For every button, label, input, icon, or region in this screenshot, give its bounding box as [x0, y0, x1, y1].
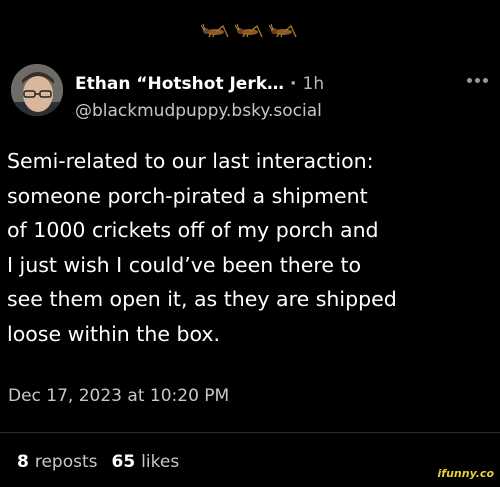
divider [0, 432, 500, 433]
post-body-line: Semi-related to our last interaction: [7, 149, 374, 173]
cricket-emoji-row [0, 24, 500, 38]
post-body-line: someone porch-pirated a shipment [7, 183, 368, 208]
post-body-line: of 1000 crickets off of my porch and [7, 218, 379, 242]
likes-count: 65 [111, 452, 136, 472]
author-line: Ethan “Hotshot Jerk… · 1h [75, 74, 324, 94]
post-body-line: I just wish I could’ve been there to [7, 252, 362, 277]
author-name[interactable]: Ethan “Hotshot Jerk… [75, 74, 284, 94]
cricket-icon [235, 24, 263, 38]
likes-label: likes [141, 452, 180, 472]
dot [483, 78, 488, 83]
post-age[interactable]: 1h [303, 74, 325, 94]
post-body: Semi-related to our last interaction: so… [7, 144, 491, 351]
reposts-count: 8 [17, 452, 29, 472]
cricket-icon [269, 24, 297, 38]
post-body-line: loose within the box. [7, 321, 221, 346]
avatar-photo [11, 64, 63, 116]
avatar[interactable] [11, 64, 63, 116]
reposts-link[interactable]: 8 reposts [17, 452, 98, 472]
cricket-icon [201, 24, 229, 38]
reposts-label: reposts [34, 452, 98, 472]
more-options-icon[interactable] [467, 78, 488, 83]
dot [475, 78, 480, 83]
dot [467, 78, 472, 83]
watermark: ifunny.co [437, 467, 494, 480]
likes-link[interactable]: 65 likes [112, 452, 180, 472]
post-body-line: see them open it, as they are shipped [7, 287, 397, 311]
post-timestamp: Dec 17, 2023 at 10:20 PM [8, 386, 230, 406]
author-handle[interactable]: @blackmudpuppy.bsky.social [75, 101, 322, 121]
engagement-stats: 8 reposts 65 likes [17, 452, 179, 472]
separator-dot: · [290, 74, 297, 94]
